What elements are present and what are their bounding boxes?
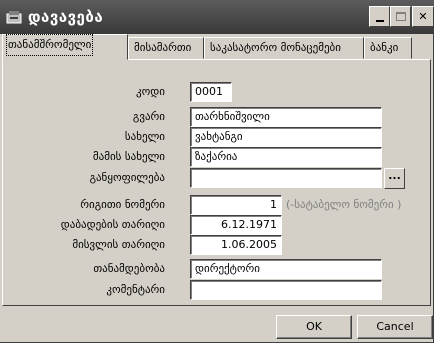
name-row: სახელი ვახტანგი <box>3 127 432 147</box>
tab-label: თანამშრომელი <box>5 34 94 56</box>
tab-address[interactable]: მისამართი <box>128 37 204 59</box>
title-bar[interactable]: დავავება ✕ <box>0 0 434 34</box>
comment-row: კომენტარი <box>3 280 432 300</box>
code-field[interactable]: 0001 <box>190 82 232 102</box>
birth-date-row: დაბადების თარიღი 6.12.1971 <box>3 215 432 235</box>
department-browse-button[interactable]: ... <box>384 168 405 189</box>
window-title: დავავება <box>28 8 104 26</box>
position-row: თანამდებობა დირექტორი <box>3 259 432 279</box>
close-icon: ✕ <box>418 10 428 23</box>
tab-employee[interactable]: თანამშრომელი <box>2 34 128 60</box>
ok-button[interactable]: OK <box>276 315 352 339</box>
tab-label: ბანკი <box>370 41 399 54</box>
hire-date-row: მისვლის თარიღი 1.06.2005 <box>3 235 432 255</box>
close-button[interactable]: ✕ <box>412 6 434 27</box>
order-number-field[interactable]: 1 <box>190 195 282 215</box>
hire-date-field[interactable]: 1.06.2005 <box>190 235 282 255</box>
comment-label: კომენტარი <box>106 283 165 296</box>
app-icon <box>6 11 22 24</box>
department-field[interactable] <box>190 168 382 188</box>
order-number-label: რიგითი ნომერი <box>80 198 165 211</box>
maximize-icon <box>395 12 406 21</box>
tab-label: მისამართი <box>134 41 192 54</box>
father-name-label: მამის სახელი <box>92 150 165 163</box>
code-row: კოდი 0001 <box>3 82 432 102</box>
surname-field[interactable]: თარხნიშვილი <box>190 107 382 127</box>
father-name-field[interactable]: ზაქარია <box>190 147 382 167</box>
tab-strip: თანამშრომელი მისამართი საკასატორო მონაცე… <box>2 34 432 60</box>
department-label: განყოფილება <box>89 171 165 184</box>
tab-cassation-data[interactable]: საკასატორო მონაცემები <box>204 37 364 59</box>
position-field[interactable]: დირექტორი <box>190 259 382 279</box>
tab-label: საკასატორო მონაცემები <box>210 41 341 54</box>
dialog-window: დავავება ✕ თანამშრომელი მისამართი საკასა… <box>0 0 434 343</box>
dialog-footer: OK Cancel <box>0 307 434 343</box>
name-label: სახელი <box>124 130 165 143</box>
department-row: განყოფილება ... <box>3 168 432 189</box>
birth-date-label: დაბადების თარიღი <box>60 218 165 231</box>
cancel-button[interactable]: Cancel <box>357 315 433 339</box>
tab-bank[interactable]: ბანკი <box>364 37 412 59</box>
maximize-button[interactable] <box>390 6 411 27</box>
surname-label: გვარი <box>132 110 165 123</box>
hire-date-label: მისვლის თარიღი <box>72 238 165 251</box>
birth-date-field[interactable]: 6.12.1971 <box>190 215 282 235</box>
order-number-hint: (-სატაბელო ნომერი ) <box>286 198 402 211</box>
name-field[interactable]: ვახტანგი <box>190 127 382 147</box>
order-number-row: რიგითი ნომერი 1 (-სატაბელო ნომერი ) <box>3 195 432 215</box>
position-label: თანამდებობა <box>93 262 165 275</box>
minimize-button[interactable] <box>369 6 390 27</box>
surname-row: გვარი თარხნიშვილი <box>3 107 432 127</box>
minimize-icon <box>375 19 384 22</box>
code-label: კოდი <box>136 85 165 98</box>
employee-panel: კოდი 0001 გვარი თარხნიშვილი სახელი ვახტა… <box>2 59 431 306</box>
father-name-row: მამის სახელი ზაქარია <box>3 147 432 167</box>
comment-field[interactable] <box>190 280 382 300</box>
